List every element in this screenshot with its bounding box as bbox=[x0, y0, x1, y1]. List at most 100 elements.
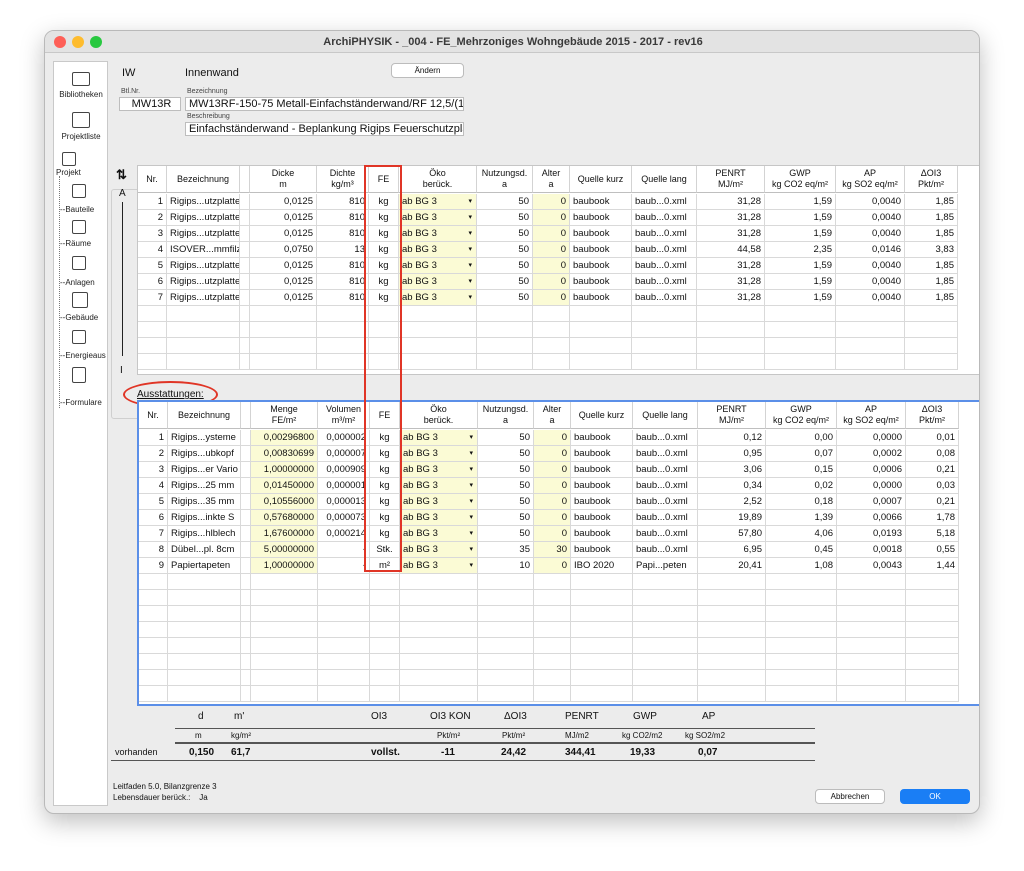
layer-cell[interactable]: 0,0125 bbox=[250, 258, 317, 274]
equipment-cell[interactable] bbox=[168, 606, 241, 622]
equipment-cell[interactable]: 7 bbox=[139, 526, 168, 542]
layer-cell[interactable]: 1,59 bbox=[765, 194, 836, 210]
layer-cell[interactable] bbox=[632, 338, 697, 354]
equipment-cell[interactable] bbox=[400, 670, 478, 686]
layer-cell[interactable]: 50 bbox=[477, 290, 533, 306]
equipment-header-0[interactable]: Nr. bbox=[139, 402, 168, 429]
equipment-cell[interactable] bbox=[168, 622, 241, 638]
sidebar-item-bibliotheken[interactable]: Bibliotheken bbox=[58, 68, 104, 108]
layer-cell[interactable]: 0,0146 bbox=[836, 242, 905, 258]
layer-cell[interactable] bbox=[570, 306, 632, 322]
layer-cell[interactable] bbox=[167, 322, 240, 338]
equipment-cell[interactable]: baub...0.xml bbox=[633, 494, 698, 510]
equipment-cell[interactable] bbox=[478, 606, 534, 622]
equipment-cell[interactable] bbox=[571, 574, 633, 590]
layer-cell[interactable]: Rigips...utzplatte bbox=[167, 194, 240, 210]
layer-cell[interactable]: 4 bbox=[138, 242, 167, 258]
layer-cell[interactable]: 0 bbox=[533, 290, 570, 306]
layer-cell[interactable] bbox=[765, 354, 836, 370]
equipment-cell[interactable]: 0,18 bbox=[766, 494, 837, 510]
equipment-cell[interactable]: 0,12 bbox=[698, 430, 766, 446]
equipment-cell[interactable] bbox=[251, 638, 318, 654]
layer-cell[interactable] bbox=[477, 354, 533, 370]
layer-cell[interactable] bbox=[836, 354, 905, 370]
equipment-cell[interactable]: 0,03 bbox=[906, 478, 959, 494]
equipment-cell[interactable] bbox=[766, 574, 837, 590]
equipment-cell[interactable]: 0,0007 bbox=[837, 494, 906, 510]
layer-cell[interactable]: baub...0.xml bbox=[632, 290, 697, 306]
equipment-cell[interactable]: ab BG 3 ▾ bbox=[400, 494, 478, 510]
equipment-cell[interactable]: 10 bbox=[478, 558, 534, 574]
layer-cell[interactable]: baubook bbox=[570, 290, 632, 306]
equipment-cell[interactable] bbox=[906, 622, 959, 638]
layer-cell[interactable]: baubook bbox=[570, 242, 632, 258]
layer-cell[interactable] bbox=[167, 338, 240, 354]
layer-cell[interactable]: ab BG 3 ▾ bbox=[399, 258, 477, 274]
equipment-cell[interactable]: 0,21 bbox=[906, 494, 959, 510]
equipment-cell[interactable]: 1,67600000 bbox=[251, 526, 318, 542]
equipment-cell[interactable]: 30 bbox=[534, 542, 571, 558]
layer-cell[interactable]: 1,85 bbox=[905, 274, 958, 290]
layer-cell[interactable] bbox=[533, 306, 570, 322]
layer-cell[interactable]: 810 bbox=[317, 274, 369, 290]
layer-header-2[interactable]: Dicke m bbox=[250, 166, 317, 193]
equipment-cell[interactable] bbox=[534, 638, 571, 654]
equipment-cell[interactable] bbox=[534, 670, 571, 686]
equipment-cell[interactable] bbox=[478, 574, 534, 590]
equipment-cell[interactable]: baub...0.xml bbox=[633, 526, 698, 542]
equipment-cell[interactable]: baubook bbox=[571, 462, 633, 478]
layer-cell[interactable] bbox=[250, 322, 317, 338]
layer-cell[interactable] bbox=[905, 322, 958, 338]
layer-header-10[interactable]: PENRT MJ/m² bbox=[697, 166, 765, 193]
equipment-cell[interactable]: 0,0193 bbox=[837, 526, 906, 542]
equipment-cell[interactable]: 0,000073 bbox=[318, 510, 370, 526]
layer-cell[interactable]: 50 bbox=[477, 226, 533, 242]
equipment-cell[interactable]: 0 bbox=[534, 430, 571, 446]
equipment-cell[interactable] bbox=[318, 654, 370, 670]
layer-cell[interactable] bbox=[697, 354, 765, 370]
equipment-cell[interactable]: 0,01450000 bbox=[251, 478, 318, 494]
equipment-cell[interactable] bbox=[698, 606, 766, 622]
equipment-cell[interactable] bbox=[139, 654, 168, 670]
layer-cell[interactable]: 5 bbox=[138, 258, 167, 274]
sidebar-item-energieaus[interactable]: --Energieaus bbox=[60, 330, 108, 364]
equipment-cell[interactable] bbox=[251, 574, 318, 590]
equipment-cell[interactable]: baubook bbox=[571, 478, 633, 494]
layer-cell[interactable]: 2 bbox=[138, 210, 167, 226]
equipment-cell[interactable]: 0,0018 bbox=[837, 542, 906, 558]
equipment-cell[interactable]: 9 bbox=[139, 558, 168, 574]
equipment-cell[interactable] bbox=[370, 574, 400, 590]
layer-cell[interactable]: 1,59 bbox=[765, 274, 836, 290]
equipment-cell[interactable]: baubook bbox=[571, 446, 633, 462]
equipment-cell[interactable] bbox=[534, 654, 571, 670]
equipment-cell[interactable]: baub...0.xml bbox=[633, 478, 698, 494]
sidebar-item-raeume[interactable]: --Räume bbox=[60, 220, 108, 254]
layer-cell[interactable]: 1,59 bbox=[765, 210, 836, 226]
equipment-cell[interactable]: 6 bbox=[139, 510, 168, 526]
equipment-cell[interactable]: baub...0.xml bbox=[633, 462, 698, 478]
layer-cell[interactable]: 0 bbox=[533, 242, 570, 258]
equipment-cell[interactable]: 0,0006 bbox=[837, 462, 906, 478]
layer-cell[interactable]: baub...0.xml bbox=[632, 210, 697, 226]
layer-cell[interactable]: baub...0.xml bbox=[632, 258, 697, 274]
layer-cell[interactable] bbox=[138, 322, 167, 338]
layer-header-5[interactable]: Öko berück. bbox=[399, 166, 477, 193]
equipment-cell[interactable] bbox=[370, 590, 400, 606]
equipment-cell[interactable]: 1,00000000 bbox=[251, 558, 318, 574]
equipment-cell[interactable] bbox=[318, 686, 370, 702]
layer-cell[interactable]: 0,0125 bbox=[250, 226, 317, 242]
layer-cell[interactable]: 810 bbox=[317, 258, 369, 274]
equipment-cell[interactable] bbox=[633, 590, 698, 606]
layer-cell[interactable]: baubook bbox=[570, 274, 632, 290]
equipment-cell[interactable] bbox=[571, 590, 633, 606]
equipment-cell[interactable]: ab BG 3 ▾ bbox=[400, 526, 478, 542]
equipment-cell[interactable]: Papiertapeten bbox=[168, 558, 241, 574]
equipment-cell[interactable] bbox=[370, 638, 400, 654]
equipment-cell[interactable] bbox=[633, 638, 698, 654]
equipment-cell[interactable] bbox=[906, 606, 959, 622]
equipment-cell[interactable] bbox=[766, 622, 837, 638]
equipment-header-10[interactable]: PENRT MJ/m² bbox=[698, 402, 766, 429]
equipment-cell[interactable]: 50 bbox=[478, 446, 534, 462]
layer-cell[interactable] bbox=[836, 306, 905, 322]
layer-cell[interactable] bbox=[399, 354, 477, 370]
